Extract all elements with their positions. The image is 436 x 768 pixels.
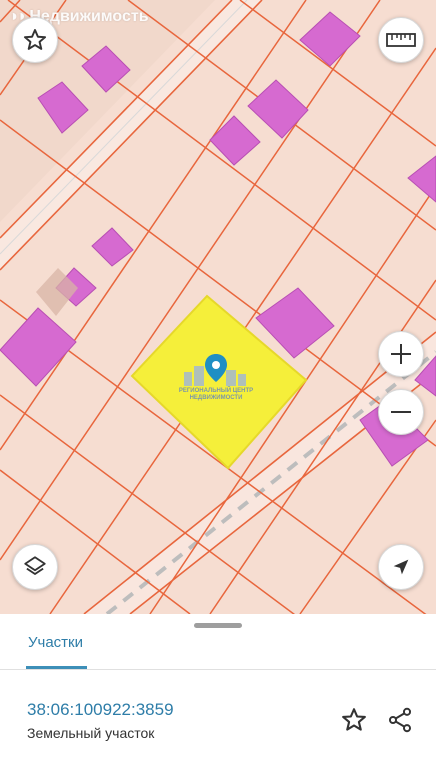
- ruler-button[interactable]: [378, 17, 424, 63]
- app-screen: РЕГИОНАЛЬНЫЙ ЦЕНТР НЕДВИЖИМОСТИ ◑◑ Недви…: [0, 0, 436, 768]
- layers-button[interactable]: [12, 544, 58, 590]
- locate-button[interactable]: [378, 544, 424, 590]
- plus-icon: [391, 344, 411, 364]
- navigation-arrow-icon: [393, 559, 409, 575]
- share-button[interactable]: [384, 704, 416, 736]
- map-canvas[interactable]: [0, 0, 436, 614]
- favorite-map-button[interactable]: [12, 17, 58, 63]
- share-icon: [388, 707, 412, 733]
- center-logo-line1: РЕГИОНАЛЬНЫЙ ЦЕНТР: [178, 388, 254, 394]
- layers-icon: [24, 556, 46, 575]
- sheet-grabber[interactable]: [194, 623, 242, 628]
- minus-icon: [391, 411, 411, 413]
- parcel-type-label: Земельный участок: [27, 725, 155, 741]
- zoom-in-button[interactable]: [378, 331, 424, 377]
- map-view[interactable]: РЕГИОНАЛЬНЫЙ ЦЕНТР НЕДВИЖИМОСТИ ◑◑ Недви…: [0, 0, 436, 614]
- cadastral-number-link[interactable]: 38:06:100922:3859: [27, 700, 174, 720]
- ruler-icon: [386, 33, 416, 47]
- divider: [0, 669, 436, 670]
- star-icon: [23, 29, 47, 50]
- zoom-out-button[interactable]: [378, 389, 424, 435]
- star-icon: [342, 708, 366, 731]
- favorite-parcel-button[interactable]: [338, 704, 370, 736]
- center-logo-line2: НЕДВИЖИМОСТИ: [189, 395, 243, 401]
- bottom-sheet: Участки 38:06:100922:3859 Земельный учас…: [0, 614, 436, 768]
- tab-parcels[interactable]: Участки: [28, 634, 83, 651]
